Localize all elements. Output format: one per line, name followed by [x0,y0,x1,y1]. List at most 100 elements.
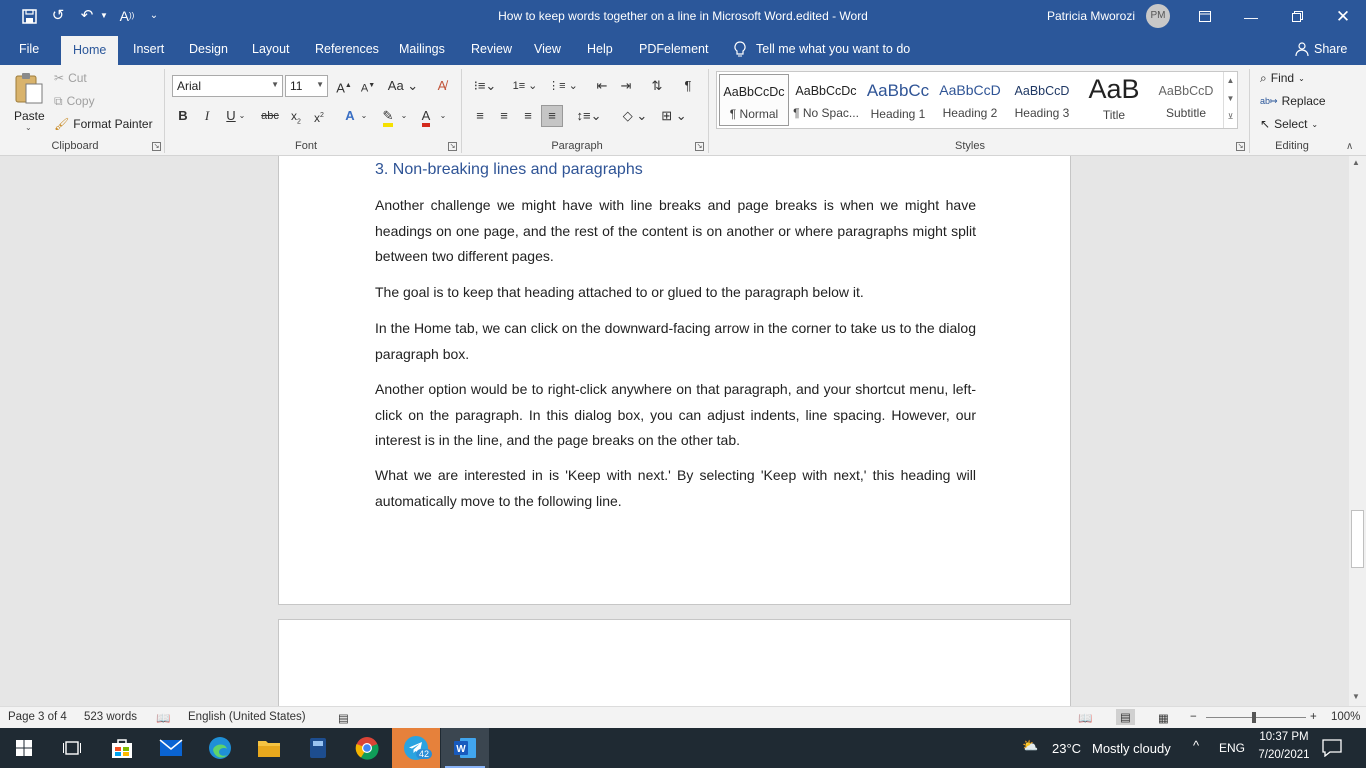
clipboard-launcher-icon[interactable]: ↘ [152,142,161,151]
zoom-out-icon[interactable]: − [1190,711,1197,723]
format-painter-button[interactable]: 🖌 Format Painter [54,114,153,134]
tab-insert[interactable]: Insert [131,33,166,65]
proofing-icon[interactable]: 📖 [156,711,170,725]
clear-formatting-icon[interactable]: A̸ [432,76,452,96]
font-color-icon[interactable]: A [416,106,436,127]
align-center-icon[interactable]: ≡ [494,106,514,126]
style-subtitle[interactable]: AaBbCcD Subtitle [1151,74,1221,126]
paragraph[interactable]: The goal is to keep that heading attache… [375,280,976,306]
undo-dropdown-icon[interactable]: ▼ [98,6,110,26]
read-aloud-icon[interactable]: A)) [116,6,138,26]
style-normal[interactable]: AaBbCcDc ¶ Normal [719,74,789,126]
read-mode-icon[interactable]: 📖 [1078,711,1092,725]
avatar[interactable]: PM [1146,4,1170,28]
chevron-up-icon[interactable]: ▲ [1224,72,1237,90]
close-button[interactable]: ✕ [1320,0,1366,33]
sort-icon[interactable]: ⇅ [647,76,667,96]
web-layout-icon[interactable]: ▦ [1158,711,1169,725]
scroll-down-icon[interactable]: ▼ [1352,692,1360,701]
underline-dropdown-icon[interactable]: ⌄ [236,106,248,126]
restore-button[interactable] [1274,0,1320,33]
justify-icon[interactable]: ≡ [541,105,563,127]
document-heading[interactable]: 3. Non-breaking lines and paragraphs [375,161,643,179]
tab-mailings[interactable]: Mailings [397,33,447,65]
paragraph-launcher-icon[interactable]: ↘ [695,142,704,151]
tab-review[interactable]: Review [469,33,514,65]
tab-references[interactable]: References [313,33,381,65]
styles-launcher-icon[interactable]: ↘ [1236,142,1245,151]
change-case-icon[interactable]: Aa ⌄ [387,76,419,96]
weather-temperature[interactable]: 23°C [1052,741,1081,756]
chrome-browser-icon[interactable] [343,728,391,768]
windows-start-icon[interactable] [0,728,48,768]
word-app-icon[interactable]: W [441,728,489,768]
increase-indent-icon[interactable]: ⇥ [616,76,636,96]
notification-center-icon[interactable] [1322,739,1342,760]
text-effects-dropdown-icon[interactable]: ⌄ [358,106,370,126]
language-indicator[interactable]: English (United States) [188,711,306,723]
style-heading-1[interactable]: AaBbCc Heading 1 [863,74,933,126]
tab-pdfelement[interactable]: PDFelement [637,33,710,65]
more-styles-icon[interactable]: ⊻ [1224,108,1237,126]
bold-icon[interactable]: B [173,106,193,126]
print-layout-icon[interactable]: ▤ [1116,709,1135,725]
clock-date[interactable]: 7/20/2021 [1254,749,1314,761]
decrease-indent-icon[interactable]: ⇤ [592,76,612,96]
shrink-font-icon[interactable]: A▼ [358,76,378,96]
paragraph[interactable]: Another challenge we might have with lin… [375,193,976,270]
style-heading-3[interactable]: AaBbCcD Heading 3 [1007,74,1077,126]
shading-icon[interactable]: ◇ ⌄ [618,106,652,126]
font-size-combo[interactable]: 11 ▼ [285,75,328,97]
grow-font-icon[interactable]: A▲ [334,76,354,96]
style-no-spacing[interactable]: AaBbCcDc ¶ No Spac... [791,74,861,126]
styles-gallery-scroll[interactable]: ▲ ▼ ⊻ [1223,72,1237,128]
scrollbar-thumb[interactable] [1351,510,1364,568]
select-button[interactable]: ↖ Select ⌄ [1260,114,1318,134]
weather-icon[interactable]: ⛅ [1022,738,1038,754]
collapse-ribbon-icon[interactable]: ∧ [1346,141,1353,152]
bullets-icon[interactable]: ⁝≡⌄ [470,76,500,96]
find-button[interactable]: ⌕ Find ⌄ [1260,68,1305,88]
scroll-up-icon[interactable]: ▲ [1352,158,1360,167]
zoom-in-icon[interactable]: + [1310,711,1317,723]
weather-condition[interactable]: Mostly cloudy [1092,741,1171,756]
autosave-refresh-icon[interactable]: ↺ [47,6,69,26]
user-name[interactable]: Patricia Mworozi [1047,9,1135,23]
multilevel-list-icon[interactable]: ⋮≡ ⌄ [546,76,580,96]
italic-icon[interactable]: I [197,106,217,126]
font-family-combo[interactable]: Arial ▼ [172,75,283,97]
edge-browser-icon[interactable] [196,728,244,768]
store-icon[interactable] [98,728,146,768]
copy-button[interactable]: ⧉ Copy [54,91,95,111]
zoom-slider-thumb[interactable] [1252,712,1256,723]
minimize-button[interactable]: — [1228,0,1274,33]
tab-home[interactable]: Home [61,36,119,65]
show-hidden-icons-icon[interactable]: ^ [1193,738,1199,753]
line-spacing-icon[interactable]: ↕≡⌄ [573,106,605,126]
vertical-scrollbar[interactable]: ▲ ▼ [1349,156,1366,706]
customize-toolbar-icon[interactable]: ⌄ [146,6,162,26]
telegram-icon[interactable]: 42 [392,728,440,768]
tab-file[interactable]: File [17,33,41,65]
tab-view[interactable]: View [532,33,563,65]
calculator-app-icon[interactable] [294,728,342,768]
replace-button[interactable]: ab↦ Replace [1260,91,1326,111]
borders-icon[interactable]: ⊞ ⌄ [657,106,691,126]
align-left-icon[interactable]: ≡ [470,106,490,126]
share-button[interactable]: Share [1293,33,1349,65]
style-heading-2[interactable]: AaBbCcD Heading 2 [935,74,1005,126]
page-count[interactable]: Page 3 of 4 [8,711,67,723]
highlight-dropdown-icon[interactable]: ⌄ [398,106,410,126]
file-explorer-icon[interactable] [245,728,293,768]
strikethrough-icon[interactable]: abc [260,106,280,126]
highlight-icon[interactable]: ✎ [378,106,398,127]
chevron-down-icon[interactable]: ▼ [1224,90,1237,108]
paste-button[interactable]: Paste ⌄ [10,71,48,132]
show-formatting-marks-icon[interactable]: ¶ [678,76,698,96]
zoom-level[interactable]: 100% [1331,711,1360,723]
save-icon[interactable] [18,6,40,26]
tab-layout[interactable]: Layout [250,33,292,65]
superscript-icon[interactable]: x2 [309,106,329,126]
clock-time[interactable]: 10:37 PM [1256,731,1312,743]
font-launcher-icon[interactable]: ↘ [448,142,457,151]
